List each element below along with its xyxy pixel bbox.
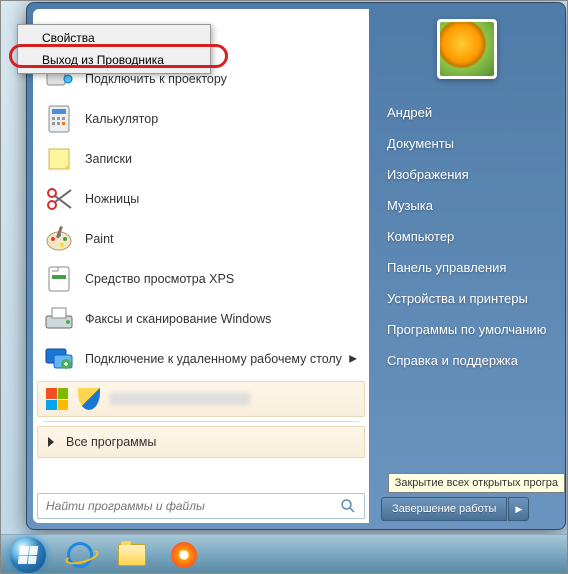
separator [43, 421, 359, 422]
default-programs-link[interactable]: Программы по умолчанию [381, 314, 553, 345]
triangle-right-icon [48, 437, 54, 447]
user-name-link[interactable]: Андрей [381, 97, 553, 128]
program-calculator[interactable]: Калькулятор [37, 99, 365, 139]
program-sticky-notes[interactable]: Записки [37, 139, 365, 179]
search-icon [340, 498, 356, 514]
remote-desktop-icon [43, 343, 75, 375]
music-link[interactable]: Музыка [381, 190, 553, 221]
start-menu: Подключить к проектору Калькулятор Запис… [26, 2, 566, 530]
calculator-icon [43, 103, 75, 135]
program-label: Записки [85, 152, 132, 166]
shield-icon [78, 388, 100, 410]
sticky-notes-icon [43, 143, 75, 175]
program-label: Факсы и сканирование Windows [85, 312, 271, 326]
taskbar [0, 534, 568, 574]
context-menu: Свойства Выход из Проводника [17, 24, 211, 74]
search-box[interactable] [37, 493, 365, 519]
taskbar-media-player[interactable] [160, 538, 208, 572]
user-avatar[interactable] [437, 19, 497, 79]
submenu-arrow-icon: ▶ [349, 354, 357, 365]
computer-link[interactable]: Компьютер [381, 221, 553, 252]
control-panel-link[interactable]: Панель управления [381, 252, 553, 283]
shutdown-options-button[interactable]: ▶ [508, 497, 529, 521]
program-remote-desktop[interactable]: Подключение к удаленному рабочему столу … [37, 339, 365, 379]
program-label: Paint [85, 232, 114, 246]
blurred-label [110, 393, 250, 405]
program-xps-viewer[interactable]: Средство просмотра XPS [37, 259, 365, 299]
help-support-link[interactable]: Справка и поддержка [381, 345, 553, 376]
program-fax-scan[interactable]: Факсы и сканирование Windows [37, 299, 365, 339]
windows-logo-icon [46, 388, 68, 410]
start-orb-icon [10, 537, 46, 573]
program-label: Подключение к удаленному рабочему столу [85, 352, 342, 366]
program-snipping-tool[interactable]: Ножницы [37, 179, 365, 219]
shutdown-group: Завершение работы ▶ [381, 497, 553, 521]
shutdown-tooltip: Закрытие всех открытых програ [388, 473, 565, 493]
pictures-link[interactable]: Изображения [381, 159, 553, 190]
documents-link[interactable]: Документы [381, 128, 553, 159]
ctx-properties[interactable]: Свойства [20, 27, 208, 49]
program-paint[interactable]: Paint [37, 219, 365, 259]
start-button[interactable] [4, 538, 52, 572]
all-programs-button[interactable]: Все программы [37, 426, 365, 458]
taskbar-internet-explorer[interactable] [56, 538, 104, 572]
media-player-icon [171, 542, 197, 568]
avatar-image [440, 22, 494, 76]
devices-printers-link[interactable]: Устройства и принтеры [381, 283, 553, 314]
fax-icon [43, 303, 75, 335]
search-input[interactable] [46, 499, 332, 513]
program-label: Средство просмотра XPS [85, 272, 234, 286]
shutdown-button[interactable]: Завершение работы [381, 497, 507, 521]
paint-icon [43, 223, 75, 255]
scissors-icon [43, 183, 75, 215]
program-label: Подключить к проектору [85, 72, 227, 86]
taskbar-file-explorer[interactable] [108, 538, 156, 572]
ie-icon [67, 542, 93, 568]
all-programs-label: Все программы [66, 435, 156, 449]
program-label: Ножницы [85, 192, 139, 206]
start-menu-left-pane: Подключить к проектору Калькулятор Запис… [33, 9, 369, 523]
program-label: Калькулятор [85, 112, 158, 126]
start-menu-right-pane: Андрей Документы Изображения Музыка Комп… [369, 3, 565, 529]
folder-icon [118, 544, 146, 566]
xps-icon [43, 263, 75, 295]
program-highlighted-item[interactable] [37, 381, 365, 417]
ctx-exit-explorer[interactable]: Выход из Проводника [20, 49, 208, 71]
program-list: Подключить к проектору Калькулятор Запис… [37, 13, 365, 485]
